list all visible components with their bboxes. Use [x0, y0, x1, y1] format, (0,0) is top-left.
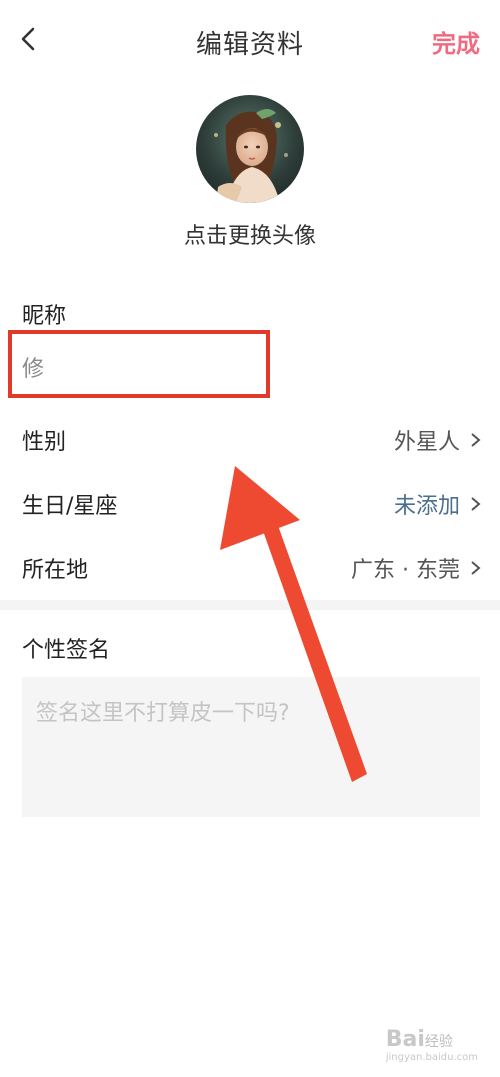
watermark-url: jingyan.baidu.com — [385, 1052, 478, 1063]
gender-row[interactable]: 性别 外星人 — [0, 410, 500, 466]
top-bar: 编辑资料 完成 — [0, 10, 500, 70]
watermark-brand: Bai — [385, 1027, 425, 1052]
chevron-right-icon — [471, 497, 481, 511]
location-value: 广东 · 东莞 — [351, 558, 460, 583]
chevron-right-icon — [471, 433, 481, 447]
signature-label: 个性签名 — [22, 638, 111, 663]
change-avatar-link[interactable]: 点击更换头像 — [0, 218, 500, 250]
birthday-value: 未添加 — [393, 494, 460, 519]
signature-input[interactable] — [22, 677, 480, 817]
edit-profile-screen: 编辑资料 完成 点击更换头像 昵称 修 性别 外星人 生日/星座 未添加 所在地… — [0, 0, 500, 1077]
location-label: 所在地 — [22, 558, 89, 583]
location-row[interactable]: 所在地 广东 · 东莞 — [0, 538, 500, 594]
highlight-box — [8, 330, 270, 398]
nickname-label: 昵称 — [22, 304, 67, 329]
section-divider — [0, 600, 500, 610]
avatar[interactable] — [196, 95, 304, 203]
page-title: 编辑资料 — [195, 30, 304, 60]
gender-label: 性别 — [22, 430, 67, 455]
gender-value: 外星人 — [393, 430, 460, 455]
birthday-label: 生日/星座 — [22, 494, 118, 519]
watermark: Bai经验 jingyan.baidu.com — [386, 1027, 478, 1063]
status-bar — [0, 0, 500, 10]
watermark-suffix: 经验 — [424, 1034, 453, 1050]
birthday-row[interactable]: 生日/星座 未添加 — [0, 474, 500, 530]
done-button[interactable]: 完成 — [432, 24, 480, 59]
chevron-right-icon — [471, 561, 481, 575]
